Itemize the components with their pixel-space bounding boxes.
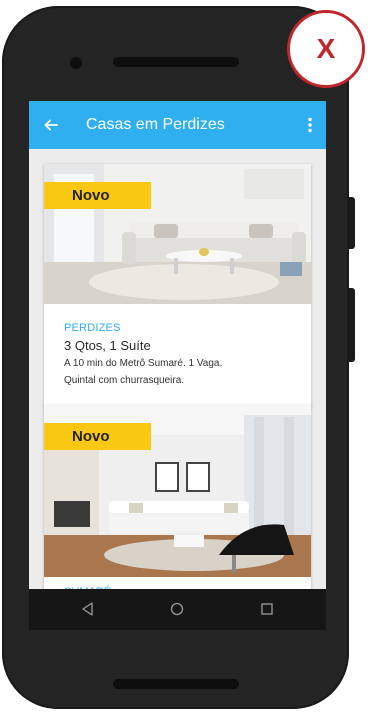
front-camera (70, 57, 82, 69)
phone-side-button-volume (347, 288, 355, 362)
arrow-back-icon[interactable] (41, 115, 61, 135)
nav-back-icon[interactable] (80, 601, 96, 617)
earpiece-speaker (113, 57, 239, 67)
app-bar-title: Casas em Perdizes (86, 116, 225, 133)
listing-description-line: Quintal com churrasqueira. (64, 375, 185, 386)
close-button[interactable]: X (287, 10, 365, 88)
new-badge: Novo (44, 182, 151, 209)
new-badge: Novo (44, 423, 151, 450)
more-vert-icon[interactable] (300, 115, 320, 135)
close-icon: X (316, 33, 336, 64)
phone-screen: Casas em Perdizes Novo PERDIZES 3 Qtos, … (29, 101, 326, 630)
bottom-speaker (113, 679, 239, 689)
stage: Casas em Perdizes Novo PERDIZES 3 Qtos, … (0, 0, 373, 713)
app-bar: Casas em Perdizes (29, 101, 326, 149)
listing-description: A 10 min do Metrô Sumaré. 1 Vaga. Quinta… (64, 355, 304, 389)
listing-info: PERDIZES 3 Qtos, 1 Suíte A 10 min do Met… (64, 322, 304, 389)
listing-location: PERDIZES (64, 322, 121, 334)
listing-headline: 3 Qtos, 1 Suíte (64, 338, 151, 353)
system-nav-bar (29, 589, 326, 630)
nav-recents-icon[interactable] (259, 601, 275, 617)
phone-side-button-power (347, 197, 355, 249)
nav-home-icon[interactable] (169, 601, 185, 617)
listing-card[interactable]: Novo SUMARÉ (44, 405, 311, 605)
listing-description-line: A 10 min do Metrô Sumaré. 1 Vaga. (64, 358, 223, 369)
listing-card[interactable]: Novo PERDIZES 3 Qtos, 1 Suíte A 10 min d… (44, 164, 311, 407)
